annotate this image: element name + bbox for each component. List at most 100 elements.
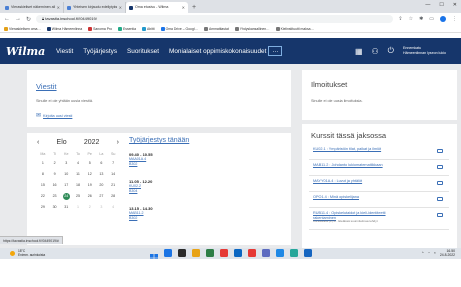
nav-suoritukset[interactable]: Suoritukset <box>127 48 159 55</box>
calendar-year[interactable]: 2022 <box>84 139 100 146</box>
slot-room[interactable]: B304 <box>129 189 209 194</box>
course-link[interactable]: OPO1.4 : Minä opiskelijana <box>313 195 403 200</box>
reload-icon[interactable]: ↻ <box>26 16 31 23</box>
write-message-row[interactable]: ✉ Kirjoita uusi viesti <box>36 112 72 119</box>
new-tab-button[interactable]: + <box>188 2 200 13</box>
calendar-day[interactable]: 29 <box>37 203 49 211</box>
next-month-icon[interactable]: › <box>117 139 119 146</box>
course-link[interactable]: MAB11.2 : Johdanto lukiomatematiikkaan <box>313 163 403 168</box>
calendar-day[interactable]: 7 <box>107 159 119 167</box>
taskbar-app-icon[interactable] <box>304 249 312 257</box>
schedule-title[interactable]: Työjärjestys tänään <box>129 137 209 144</box>
user-info[interactable]: Ennemkatu Hämeenlinnan lyseon lukio <box>403 46 455 55</box>
sidebar-icon[interactable]: ▭ <box>429 16 434 22</box>
calendar-day[interactable]: 14 <box>107 170 119 178</box>
logout-power-icon[interactable]: ⏻ <box>388 46 394 56</box>
close-tab-icon[interactable]: ✕ <box>57 2 60 13</box>
message-teacher-icon[interactable] <box>437 165 443 169</box>
prev-month-icon[interactable]: ‹ <box>37 139 39 146</box>
bookmark-item[interactable]: Kielinstituutti maksa… <box>275 26 314 31</box>
course-item[interactable]: MAB11.2 : Johdanto lukiomatematiikkaan <box>309 160 449 176</box>
calendar-day-today[interactable]: 24 <box>60 192 72 200</box>
bookmark-item[interactable]: Vieraskielisen oma… <box>4 26 41 31</box>
bookmark-item[interactable]: Yhdyskansallinen… <box>234 26 270 31</box>
schedule-slot[interactable]: 13.15 - 14.30 MAB11.2 B302 <box>129 206 209 221</box>
bookmark-item[interactable]: Sanoma Pro <box>88 26 112 31</box>
write-message-link[interactable]: Kirjoita uusi viesti <box>43 114 72 118</box>
message-teacher-icon[interactable] <box>437 149 443 153</box>
taskbar-app-icon[interactable] <box>248 249 256 257</box>
calendar-day[interactable]: 2 <box>84 203 96 211</box>
taskbar-app-icon[interactable] <box>192 249 200 257</box>
bookmark-item[interactable]: Oma Drive – Googl… <box>160 26 198 31</box>
browser-tab[interactable]: Vieraskieliset näkeminen alkoivat… ✕ <box>2 2 64 13</box>
schedule-slot[interactable]: 09.40 - 10.55 MAA01A.4 B302 <box>129 152 209 167</box>
calendar-day[interactable]: 31 <box>60 203 72 211</box>
course-link[interactable]: KU02.1 : Ympäristön tilat, paikat ja ilm… <box>313 147 403 152</box>
calendar-day[interactable]: 3 <box>60 159 72 167</box>
taskbar-app-icon[interactable] <box>220 249 228 257</box>
bookmark-item[interactable]: Essentia <box>118 26 136 31</box>
close-tab-icon[interactable]: ✕ <box>182 2 185 13</box>
calendar-day[interactable]: 11 <box>72 170 84 178</box>
browser-tab-active[interactable]: Oma etusivu - Wilma ✕ <box>126 2 188 13</box>
course-item[interactable]: OPO1.4 : Minä opiskelijana <box>309 192 449 208</box>
taskbar-app-icon[interactable] <box>164 249 172 257</box>
taskbar-app-icon[interactable] <box>234 249 242 257</box>
share-icon[interactable]: ⇪ <box>398 16 402 22</box>
volume-icon[interactable]: ◖ <box>434 251 436 255</box>
slot-room[interactable]: B302 <box>129 216 209 221</box>
calendar-day[interactable]: 1 <box>37 159 49 167</box>
calendar-day[interactable]: 13 <box>96 170 108 178</box>
nav-viestit[interactable]: Viestit <box>56 48 73 55</box>
user-switch-icon[interactable]: ⚇ <box>372 47 379 56</box>
taskbar-app-icon[interactable] <box>178 249 186 257</box>
nav-tyojarjestys[interactable]: Työjärjestys <box>83 48 117 55</box>
calendar-day[interactable]: 20 <box>96 181 108 189</box>
message-teacher-icon[interactable] <box>437 197 443 201</box>
calendar-grid-icon[interactable]: ▦ <box>355 47 363 56</box>
taskbar-app-icon[interactable] <box>262 249 270 257</box>
course-link[interactable]: MAYY01A.4 : Luvut ja yhtälöt <box>313 179 403 184</box>
profile-avatar-icon[interactable] <box>440 16 446 22</box>
calendar-day[interactable]: 23 <box>49 192 61 200</box>
calendar-day[interactable]: 16 <box>49 181 61 189</box>
calendar-day[interactable]: 2 <box>49 159 61 167</box>
calendar-day[interactable]: 3 <box>96 203 108 211</box>
extensions-icon[interactable]: ✱ <box>419 16 423 22</box>
calendar-day[interactable]: 26 <box>84 192 96 200</box>
start-windows-icon[interactable] <box>150 249 158 262</box>
wilma-logo[interactable]: Wilma <box>6 45 50 58</box>
message-teacher-icon[interactable] <box>437 181 443 185</box>
taskbar-app-icon[interactable] <box>276 249 284 257</box>
maximize-button[interactable]: ☐ <box>439 2 443 8</box>
messages-title[interactable]: Viestit <box>36 82 57 91</box>
course-item[interactable]: MAYY01A.4 : Luvut ja yhtälöt <box>309 176 449 192</box>
bookmark-item[interactable]: Ammattiastat <box>203 26 229 31</box>
minimize-button[interactable]: — <box>425 2 430 8</box>
back-arrow-icon[interactable]: ← <box>4 16 10 22</box>
nav-monialaiset[interactable]: Monialaiset oppimiskokonaisuudet <box>169 48 266 55</box>
calendar-day[interactable]: 25 <box>72 192 84 200</box>
course-item[interactable]: KU02.1 : Ympäristön tilat, paikat ja ilm… <box>309 144 449 160</box>
more-menu-button[interactable]: … <box>268 46 283 56</box>
close-window-button[interactable]: ✕ <box>453 2 457 8</box>
calendar-day[interactable]: 17 <box>60 181 72 189</box>
chevron-up-icon[interactable]: ^ <box>422 251 424 255</box>
wifi-icon[interactable]: ◔ <box>428 251 430 255</box>
calendar-day[interactable]: 22 <box>37 192 49 200</box>
calendar-day[interactable]: 18 <box>72 181 84 189</box>
schedule-slot[interactable]: 11.05 - 12.20 KU02.2 B304 <box>129 179 209 194</box>
calendar-day[interactable]: 30 <box>49 203 61 211</box>
menu-dots-icon[interactable]: ⋮ <box>452 16 457 22</box>
bookmark-item[interactable]: Abitti <box>142 26 155 31</box>
calendar-day[interactable]: 8 <box>37 170 49 178</box>
message-teacher-icon[interactable] <box>437 213 443 217</box>
address-bar[interactable]: 🔒︎ tavastia.inschool.fi/!0449019/ <box>36 15 394 23</box>
browser-tab[interactable]: Yhteisen kirjaudu edellytyksen VP ✕ <box>64 2 126 13</box>
calendar-day[interactable]: 21 <box>107 181 119 189</box>
calendar-day[interactable]: 4 <box>72 159 84 167</box>
calendar-day[interactable]: 6 <box>96 159 108 167</box>
calendar-day[interactable]: 19 <box>84 181 96 189</box>
weather-widget[interactable]: 18°C Enimm. aurinkoista <box>10 249 45 257</box>
